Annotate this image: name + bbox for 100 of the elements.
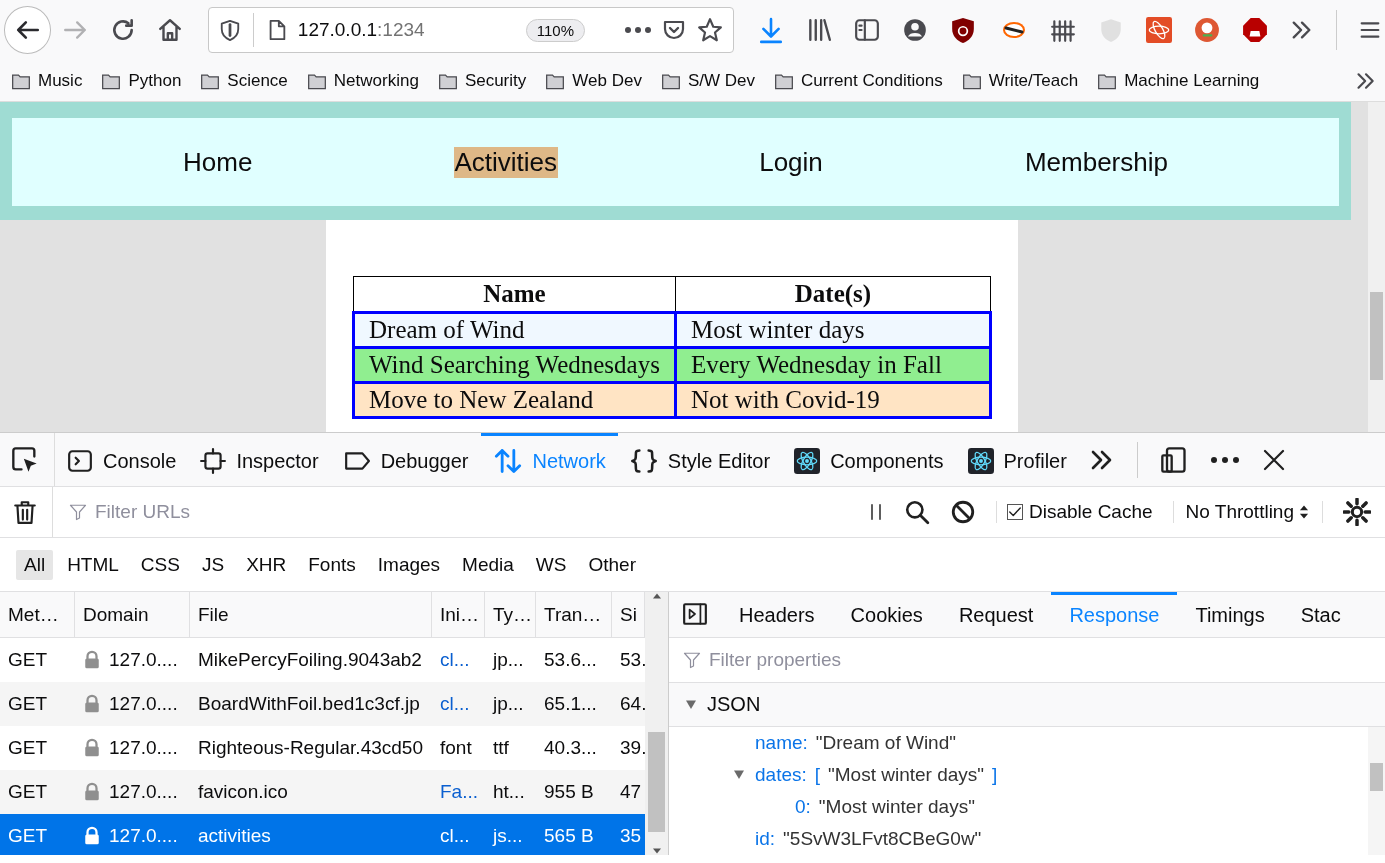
expanded-triangle-icon[interactable] <box>732 769 746 781</box>
request-row[interactable]: GET 127.0.... Righteous-Regular.43cd50 font ttf 40.3... 39. <box>0 726 645 770</box>
bookmark-folder[interactable]: Web Dev <box>572 70 642 91</box>
bookmark-folder[interactable]: Write/Teach <box>988 70 1079 91</box>
scrollbar[interactable] <box>645 592 668 855</box>
pause-icon[interactable] <box>868 502 884 522</box>
lock-icon <box>83 649 101 671</box>
shield-icon[interactable] <box>218 18 241 42</box>
detail-tab[interactable]: Stac <box>1282 592 1359 637</box>
detail-tab[interactable]: Headers <box>721 592 833 637</box>
devtools-tab[interactable]: Inspector <box>188 433 331 486</box>
size-text: 53. <box>619 649 645 671</box>
devtools-tab[interactable]: Network <box>480 433 618 486</box>
nav-link[interactable]: Activities <box>453 146 559 178</box>
file-name: Righteous-Regular.43cd50 <box>197 737 424 759</box>
block-icon[interactable] <box>950 499 976 525</box>
devtools-tab[interactable]: Console <box>55 433 189 486</box>
property-key: name: <box>755 732 808 754</box>
type-text: ht... <box>492 781 526 803</box>
column-header[interactable]: Ty… <box>485 592 536 637</box>
devtools-tab[interactable]: Style Editor <box>617 433 783 486</box>
settings-icon[interactable] <box>1343 498 1371 526</box>
request-row[interactable]: GET 127.0.... MikePercyFoiling.9043ab2 cl... jp... 53.6... 53. <box>0 638 645 682</box>
trash-icon[interactable] <box>12 498 38 526</box>
bookmark-folder[interactable]: Python <box>128 70 182 91</box>
bookmark-folder[interactable]: Science <box>227 70 288 91</box>
type-filter[interactable]: CSS <box>132 549 188 580</box>
type-filter[interactable]: Images <box>369 549 449 580</box>
type-filter[interactable]: JS <box>193 549 233 580</box>
download-icon[interactable] <box>758 16 784 44</box>
bookmark-folder[interactable]: Current Conditions <box>800 70 943 91</box>
devtools-tab[interactable]: Profiler <box>955 433 1079 486</box>
initiator-text[interactable]: Fa... <box>432 781 485 803</box>
initiator-text[interactable]: cl... <box>432 825 485 847</box>
throttling-dropdown[interactable]: No Throttling <box>1172 501 1323 523</box>
nav-link[interactable]: Login <box>758 146 824 178</box>
bookmark-folder[interactable]: Music <box>38 70 83 91</box>
bracket: ] <box>992 764 998 786</box>
responsive-mode-icon[interactable] <box>1159 445 1188 474</box>
column-header[interactable]: Ini… <box>432 592 485 637</box>
detail-tab[interactable]: Request <box>940 592 1052 637</box>
bookmark-folder[interactable]: Security <box>464 70 527 91</box>
initiator-text[interactable]: cl... <box>432 649 485 671</box>
close-icon[interactable] <box>1261 447 1286 472</box>
type-filter[interactable]: All <box>16 549 54 580</box>
sidebar-icon[interactable] <box>854 17 880 43</box>
bookmark-folder[interactable]: S/W Dev <box>687 70 755 91</box>
property-key: dates: <box>755 764 807 786</box>
column-header[interactable]: Domain <box>75 592 190 637</box>
type-filter[interactable]: Other <box>580 549 644 580</box>
transferred-text: 65.1... <box>543 693 598 715</box>
request-row[interactable]: GET 127.0.... activities cl... js... 565 B 35 <box>0 814 645 855</box>
nav-link[interactable]: Membership <box>1023 146 1169 178</box>
checkbox[interactable] <box>1007 504 1023 520</box>
address-bar[interactable]: 127.0.0.1:1234 110% <box>207 7 734 53</box>
lock-icon <box>83 781 101 803</box>
more-dots-icon[interactable] <box>625 25 651 35</box>
size-text: 35 <box>619 825 643 847</box>
braces-icon <box>629 447 658 475</box>
request-row[interactable]: GET 127.0.... favicon.ico Fa... ht... 955 B 47 <box>0 770 645 814</box>
detail-tab[interactable]: Cookies <box>832 592 941 637</box>
broom-octagon-icon[interactable] <box>1242 17 1268 43</box>
library-icon[interactable] <box>806 17 832 43</box>
devtools-tab[interactable]: Debugger <box>330 433 481 486</box>
scrollbar[interactable] <box>1368 727 1385 855</box>
more-dots-icon[interactable] <box>1209 454 1240 465</box>
method-text: GET <box>7 781 49 803</box>
type-filter[interactable]: HTML <box>59 549 127 580</box>
bookmark-folder[interactable]: Machine Learning <box>1124 70 1260 91</box>
scrollbar[interactable] <box>1368 102 1385 432</box>
account-icon[interactable] <box>902 17 928 43</box>
bookmark-folder[interactable]: Networking <box>333 70 419 91</box>
shield-logo-icon[interactable] <box>950 16 976 44</box>
type-filter[interactable]: WS <box>527 549 575 580</box>
panel-toggle-icon[interactable] <box>681 601 709 628</box>
search-icon[interactable] <box>904 499 930 525</box>
request-row[interactable]: GET 127.0.... BoardWithFoil.bed1c3cf.jp cl... jp... 65.1... 64. <box>0 682 645 726</box>
devtools-tab[interactable]: Components <box>782 433 956 486</box>
type-filter[interactable]: Fonts <box>300 549 364 580</box>
file-name: BoardWithFoil.bed1c3cf.jp <box>197 693 421 715</box>
nav-link[interactable]: Home <box>182 146 254 178</box>
element-picker-icon[interactable] <box>10 445 40 474</box>
star-icon[interactable] <box>697 17 723 43</box>
home-icon[interactable] <box>157 17 184 43</box>
type-filter[interactable]: Media <box>454 549 522 580</box>
menu-icon[interactable] <box>1359 20 1381 40</box>
chevrons-icon[interactable] <box>1355 70 1377 91</box>
initiator-text[interactable]: cl... <box>432 693 485 715</box>
initiator-text: font <box>439 737 473 759</box>
fence-icon[interactable] <box>1050 17 1076 43</box>
column-header[interactable]: Tran… <box>536 592 612 637</box>
filter-urls-field[interactable]: Filter URLs <box>93 500 868 524</box>
column-header[interactable]: Met… <box>0 592 75 637</box>
detail-tab[interactable]: Timings <box>1177 592 1283 637</box>
type-filter[interactable]: XHR <box>238 549 295 580</box>
column-header[interactable]: File <box>190 592 432 637</box>
lock-icon <box>83 693 101 715</box>
back-button[interactable] <box>4 6 52 54</box>
pocket-icon[interactable] <box>661 18 687 42</box>
zoom-level[interactable]: 110% <box>525 18 585 42</box>
